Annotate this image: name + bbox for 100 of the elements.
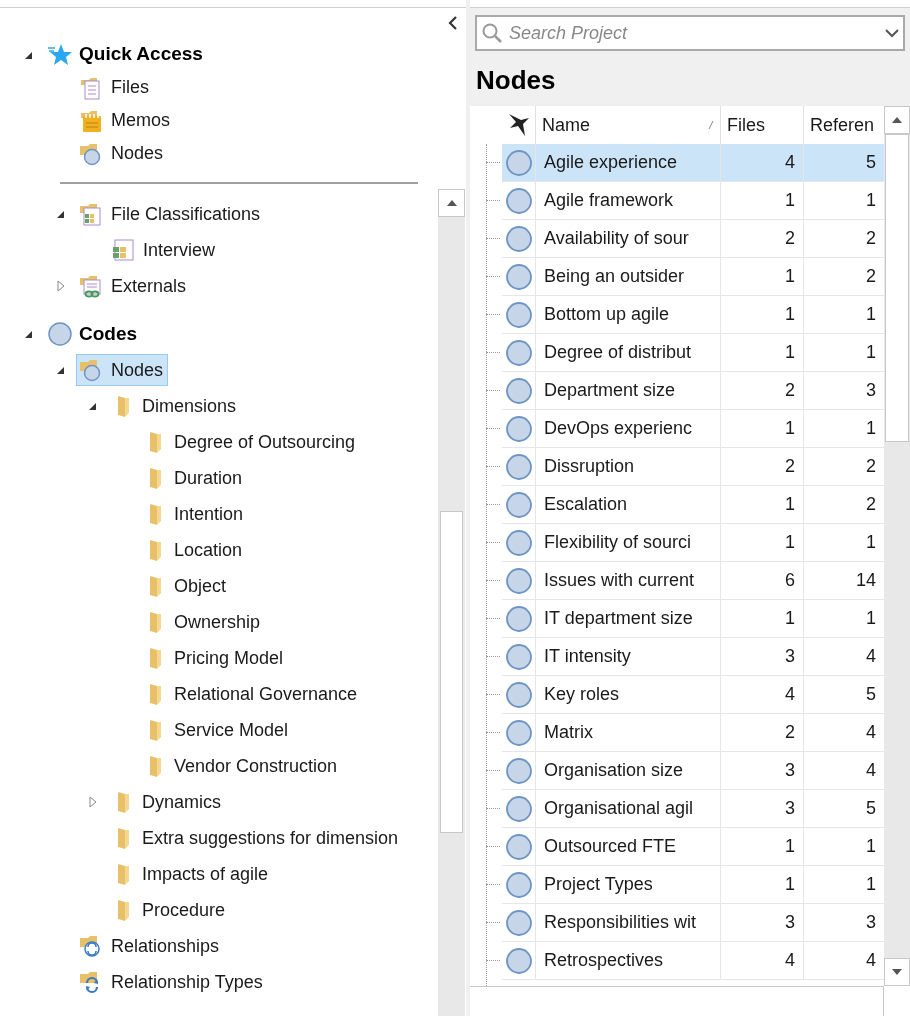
tree-item[interactable]: Degree of Outsourcing	[140, 426, 361, 458]
circle-icon	[504, 908, 533, 937]
tree-item[interactable]: Interview	[108, 234, 221, 266]
dropdown-caret-icon[interactable]	[885, 28, 899, 38]
tree-item[interactable]: Dimensions	[108, 390, 242, 422]
folder-icon	[117, 898, 130, 922]
table-row[interactable]: Agile experience 4 5	[502, 144, 884, 182]
table-cell: 1	[720, 182, 803, 219]
tree-item[interactable]: Nodes	[76, 354, 169, 386]
table-cell: Responsibilities wit	[535, 904, 720, 941]
table-cell: Retrospectives	[535, 942, 720, 979]
circle-icon	[504, 604, 533, 633]
tree-item[interactable]: Nodes	[76, 137, 169, 170]
circle-icon	[504, 566, 533, 595]
tree-item[interactable]: Relationships	[76, 930, 225, 962]
table-row[interactable]: Responsibilities wit 3 3	[502, 904, 884, 942]
table-row[interactable]: Escalation 1 2	[502, 486, 884, 524]
table-row[interactable]: Project Types 1 1	[502, 866, 884, 904]
tree-item[interactable]: Extra suggestions for dimension	[108, 822, 404, 854]
table-row[interactable]: Organisational agil 3 5	[502, 790, 884, 828]
scroll-up-icon[interactable]	[446, 200, 457, 206]
tree-item[interactable]: Duration	[140, 462, 248, 494]
tree-item[interactable]: Ownership	[140, 606, 266, 638]
table-row[interactable]: Availability of sour 2 2	[502, 220, 884, 258]
tree-item[interactable]: Codes	[44, 318, 143, 350]
folder-icon	[149, 646, 162, 670]
table-row[interactable]: Organisation size 3 4	[502, 752, 884, 790]
search-field[interactable]: Search Project	[475, 15, 905, 51]
table-row[interactable]: Dissruption 2 2	[502, 448, 884, 486]
table-cell: 1	[720, 486, 803, 523]
scrollbar-thumb[interactable]	[885, 134, 909, 442]
table-cell: 4	[720, 676, 803, 713]
table-row[interactable]: Matrix 2 4	[502, 714, 884, 752]
table-cell: Escalation	[535, 486, 720, 523]
table-row[interactable]: Retrospectives 4 4	[502, 942, 884, 980]
table-row[interactable]: Department size 2 3	[502, 372, 884, 410]
tree-item[interactable]: Intention	[140, 498, 249, 530]
table-cell: 4	[720, 942, 803, 979]
search-icon	[481, 22, 503, 44]
table-cell: 1	[720, 600, 803, 637]
table-row[interactable]: Flexibility of sourci 1 1	[502, 524, 884, 562]
tree-item[interactable]: Pricing Model	[140, 642, 289, 674]
table-cell: Flexibility of sourci	[535, 524, 720, 561]
table-cell: 1	[720, 866, 803, 903]
folder-icon	[149, 574, 162, 598]
table-cell: Outsourced FTE	[535, 828, 720, 865]
circle-icon	[504, 718, 533, 747]
expand-arrow-icon[interactable]	[88, 796, 98, 808]
scrollbar[interactable]	[884, 106, 910, 986]
table-row[interactable]: IT intensity 3 4	[502, 638, 884, 676]
table-row[interactable]: Agile framework 1 1	[502, 182, 884, 220]
table-cell: 2	[720, 220, 803, 257]
search-input[interactable]: Search Project	[509, 19, 879, 47]
tree-item[interactable]: Dynamics	[108, 786, 226, 818]
table-row[interactable]: Issues with current 6 14	[502, 562, 884, 600]
scroll-down-icon[interactable]	[892, 969, 902, 975]
tree-item[interactable]: Relationship Types	[76, 966, 268, 998]
scroll-up-icon[interactable]	[892, 117, 902, 123]
scrollbar-thumb[interactable]	[440, 511, 463, 833]
table-cell: Degree of distribut	[535, 334, 720, 371]
table-cell: 1	[720, 524, 803, 561]
table-row[interactable]: DevOps experienc 1 1	[502, 410, 884, 448]
folder-icon	[149, 430, 162, 454]
sort-indicator-icon	[708, 120, 714, 130]
tree-item[interactable]: Vendor Construction	[140, 750, 343, 782]
tree-item[interactable]: Location	[140, 534, 248, 566]
tree-item[interactable]: Relational Governance	[140, 678, 363, 710]
tree-item[interactable]: Service Model	[140, 714, 294, 746]
table-row[interactable]: IT department size 1 1	[502, 600, 884, 638]
circle-icon	[504, 946, 533, 975]
scrollbar[interactable]	[438, 189, 465, 1016]
tree-item[interactable]: Procedure	[108, 894, 231, 926]
table-cell: IT department size	[535, 600, 720, 637]
table-cell: Agile experience	[535, 144, 720, 181]
folder-icon	[149, 502, 162, 526]
tree-item[interactable]: Object	[140, 570, 232, 602]
table-cell: Agile framework	[535, 182, 720, 219]
collapse-icon[interactable]	[448, 16, 458, 30]
circle-icon	[504, 452, 533, 481]
tree-item[interactable]: Quick Access	[44, 38, 208, 71]
table-cell: 2	[720, 448, 803, 485]
pin-icon	[506, 112, 531, 138]
expand-arrow-icon[interactable]	[56, 280, 66, 292]
table-cell: Organisational agil	[535, 790, 720, 827]
table-cell: Dissruption	[535, 448, 720, 485]
table-row[interactable]: Bottom up agile 1 1	[502, 296, 884, 334]
tree-item[interactable]: Memos	[76, 104, 175, 137]
circle-icon	[504, 186, 533, 215]
circle-icon	[504, 148, 533, 177]
table-row[interactable]: Degree of distribut 1 1	[502, 334, 884, 372]
tree-item[interactable]: Externals	[76, 270, 192, 302]
panel-title: Nodes	[475, 64, 557, 97]
table-row[interactable]: Outsourced FTE 1 1	[502, 828, 884, 866]
table-cell: 4	[720, 144, 803, 181]
tree-item[interactable]: File Classifications	[76, 198, 266, 230]
tree-item[interactable]: Files	[76, 71, 154, 104]
tree-item[interactable]: Impacts of agile	[108, 858, 274, 890]
circle-icon	[504, 300, 533, 329]
table-row[interactable]: Key roles 4 5	[502, 676, 884, 714]
table-row[interactable]: Being an outsider 1 2	[502, 258, 884, 296]
